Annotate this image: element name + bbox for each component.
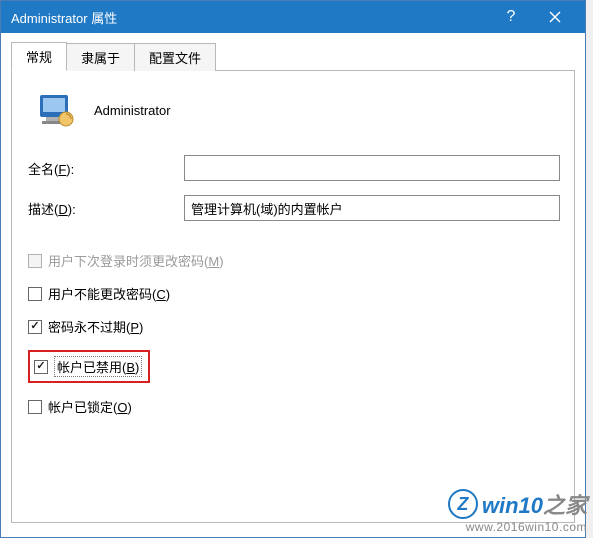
user-icon: [34, 89, 76, 131]
checkbox-icon: [28, 254, 42, 268]
user-header: Administrator: [26, 85, 560, 145]
tab-page-general: Administrator 全名(F): 描述(D): 用户下次登录时须更改密码…: [11, 71, 575, 523]
properties-dialog: Administrator 属性 ? 常规 隶属于 配置文件: [0, 0, 586, 538]
checkbox-icon: [34, 360, 48, 374]
row-description: 描述(D):: [26, 195, 560, 221]
window-title: Administrator 属性: [11, 8, 489, 27]
client-area: 常规 隶属于 配置文件 Administrator: [1, 33, 585, 537]
username-label: Administrator: [94, 103, 171, 118]
check-label: 用户下次登录时须更改密码(M): [48, 251, 224, 270]
check-password-never-expires[interactable]: 密码永不过期(P): [26, 317, 560, 336]
tab-strip: 常规 隶属于 配置文件: [11, 45, 575, 71]
close-button[interactable]: [533, 2, 577, 32]
checkbox-group: 用户下次登录时须更改密码(M) 用户不能更改密码(C) 密码永不过期(P) 帐户…: [26, 251, 560, 416]
description-input[interactable]: [184, 195, 560, 221]
tab-general[interactable]: 常规: [11, 42, 67, 71]
help-button[interactable]: ?: [489, 2, 533, 32]
tab-memberof[interactable]: 隶属于: [66, 43, 135, 71]
description-label: 描述(D):: [26, 199, 184, 218]
check-label: 用户不能更改密码(C): [48, 284, 170, 303]
check-must-change-password: 用户下次登录时须更改密码(M): [26, 251, 560, 270]
close-icon: [549, 11, 561, 23]
checkbox-icon: [28, 400, 42, 414]
titlebar: Administrator 属性 ?: [1, 1, 585, 33]
check-cannot-change-password[interactable]: 用户不能更改密码(C): [26, 284, 560, 303]
check-label: 密码永不过期(P): [48, 317, 143, 336]
check-account-locked[interactable]: 帐户已锁定(O): [26, 397, 560, 416]
check-label: 帐户已锁定(O): [48, 397, 132, 416]
checkbox-icon: [28, 287, 42, 301]
check-account-disabled[interactable]: 帐户已禁用(B): [26, 350, 560, 383]
highlight-annotation: 帐户已禁用(B): [28, 350, 150, 383]
fullname-label: 全名(F):: [26, 159, 184, 178]
checkbox-icon: [28, 320, 42, 334]
fullname-input[interactable]: [184, 155, 560, 181]
row-fullname: 全名(F):: [26, 155, 560, 181]
check-label: 帐户已禁用(B): [54, 356, 142, 377]
tab-profile[interactable]: 配置文件: [134, 43, 216, 71]
